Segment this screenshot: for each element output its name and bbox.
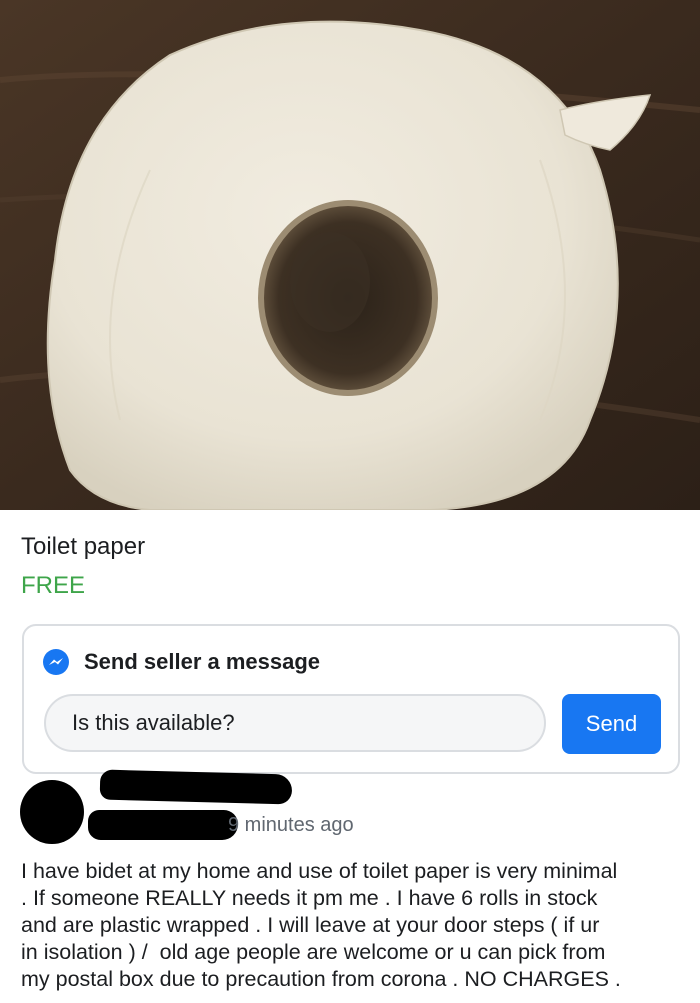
send-message-heading: Send seller a message	[84, 649, 321, 674]
posted-time: 9 minutes ago	[228, 814, 354, 836]
listing-photo[interactable]	[0, 0, 700, 510]
send-message-card: Send seller a message Send	[22, 624, 680, 774]
seller-avatar[interactable]	[20, 780, 84, 844]
send-button[interactable]: Send	[562, 694, 661, 754]
send-message-header: Send seller a message	[42, 648, 320, 676]
messenger-icon	[42, 648, 70, 676]
seller-meta-redaction	[88, 810, 238, 840]
message-input[interactable]	[44, 694, 546, 752]
seller-name-redaction	[99, 769, 293, 805]
listing-description: I have bidet at my home and use of toile…	[21, 859, 621, 991]
listing-price: FREE	[21, 572, 86, 599]
listing-title: Toilet paper	[21, 533, 146, 560]
toilet-paper-roll-image	[0, 0, 700, 510]
marketplace-listing: Toilet paper FREE Send seller a message …	[0, 0, 700, 1003]
